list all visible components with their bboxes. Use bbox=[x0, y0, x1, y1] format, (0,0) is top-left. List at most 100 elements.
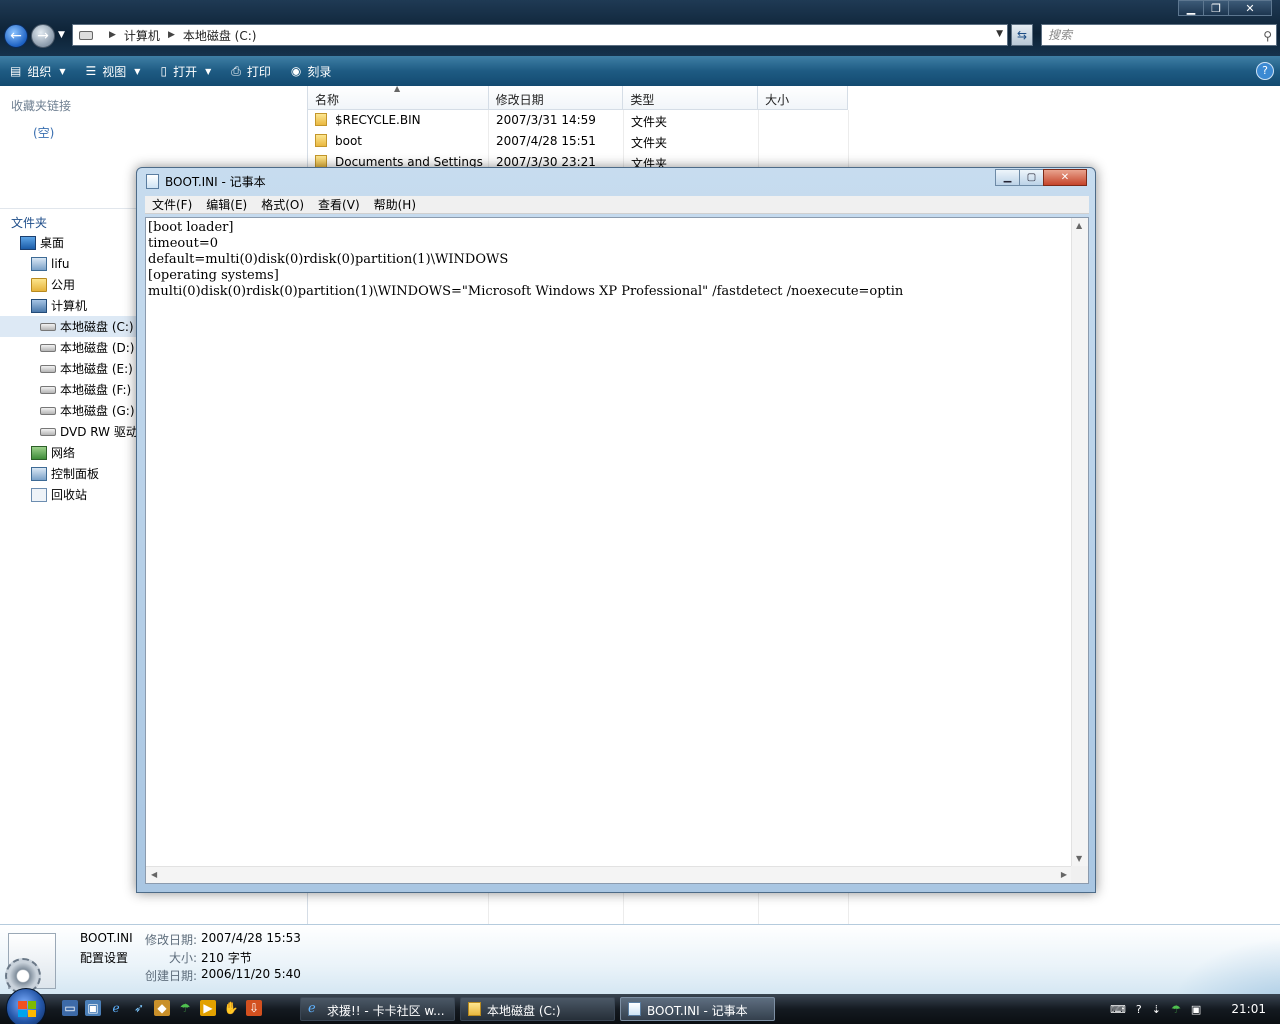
refresh-icon: ⇆ bbox=[1016, 28, 1028, 42]
app-download-icon[interactable]: ⇩ bbox=[246, 1000, 262, 1016]
scroll-up-icon[interactable]: ▲ bbox=[1076, 221, 1082, 230]
scroll-left-icon[interactable]: ◀ bbox=[151, 870, 157, 879]
notepad-menubar: 文件(F) 编辑(E) 格式(O) 查看(V) 帮助(H) bbox=[145, 196, 1089, 214]
switch-windows-icon[interactable]: ▣ bbox=[85, 1000, 101, 1016]
menu-file[interactable]: 文件(F) bbox=[145, 196, 199, 213]
column-size[interactable]: 大小 bbox=[758, 86, 848, 110]
breadcrumb-separator-icon: ▶ bbox=[109, 30, 116, 40]
burn-button[interactable]: ◉ 刻录 bbox=[281, 56, 342, 86]
back-arrow-icon: ← bbox=[10, 28, 22, 44]
task-notepad[interactable]: BOOT.INI - 记事本 bbox=[620, 997, 775, 1021]
search-icon[interactable]: ⚲ bbox=[1263, 26, 1272, 46]
column-name[interactable]: 名称 ▲ bbox=[308, 84, 489, 110]
start-button[interactable] bbox=[6, 988, 46, 1024]
drive-icon bbox=[40, 406, 56, 415]
vertical-scrollbar[interactable]: ▲ ▼ bbox=[1071, 218, 1088, 866]
notepad-title: BOOT.INI - 记事本 bbox=[165, 175, 266, 189]
windows-logo-icon bbox=[18, 1001, 36, 1017]
details-size-value: 210 字节 bbox=[201, 951, 252, 965]
menu-view[interactable]: 查看(V) bbox=[311, 196, 367, 213]
details-modified-label: 修改日期: bbox=[144, 933, 197, 947]
print-button[interactable]: ⎙ 打印 bbox=[221, 56, 281, 86]
favorites-title: 收藏夹链接 bbox=[11, 99, 72, 113]
views-button[interactable]: ☰ 视图 ▼ bbox=[76, 56, 151, 86]
forward-button[interactable]: → bbox=[31, 24, 55, 48]
tray-umbrella-icon[interactable]: ☂ bbox=[1171, 1003, 1181, 1016]
scroll-down-icon[interactable]: ▼ bbox=[1076, 854, 1082, 863]
notepad-content[interactable]: [boot loader] timeout=0 default=multi(0)… bbox=[148, 220, 1072, 864]
input-method-icon[interactable]: ⇣ bbox=[1152, 1003, 1161, 1016]
help-icon[interactable]: ? bbox=[1256, 62, 1274, 80]
show-desktop-icon[interactable]: ▭ bbox=[62, 1000, 78, 1016]
address-bar[interactable]: ▶ 计算机 ▶ 本地磁盘 (C:) ▼ bbox=[72, 24, 1008, 46]
folder-icon bbox=[315, 113, 327, 126]
clock[interactable]: 21:01 bbox=[1231, 1002, 1266, 1016]
menu-help[interactable]: 帮助(H) bbox=[367, 196, 423, 213]
organize-button[interactable]: ▤ 组织 ▼ bbox=[0, 56, 76, 86]
history-dropdown-icon[interactable]: ▼ bbox=[58, 30, 65, 40]
notepad-close-button[interactable]: ✕ bbox=[1043, 169, 1087, 186]
dropdown-arrow-icon: ▼ bbox=[59, 66, 66, 76]
keyboard-icon[interactable]: ⌨ bbox=[1110, 1003, 1126, 1016]
command-bar: ▤ 组织 ▼ ☰ 视图 ▼ ▯ 打开 ▼ ⎙ 打印 ◉ 刻录 ? bbox=[0, 56, 1280, 86]
address-dropdown-icon[interactable]: ▼ bbox=[996, 29, 1003, 39]
menu-edit[interactable]: 编辑(E) bbox=[199, 196, 254, 213]
column-headers: 名称 ▲ 修改日期 类型 大小 bbox=[308, 84, 848, 110]
print-icon: ⎙ bbox=[231, 63, 241, 78]
media-player-icon[interactable]: ▶ bbox=[200, 1000, 216, 1016]
details-modified-value: 2007/4/28 15:53 bbox=[201, 931, 301, 945]
decorative-swoosh bbox=[1150, 925, 1280, 995]
details-file-type: 配置设置 bbox=[80, 951, 129, 965]
breadcrumb-drive-c[interactable]: 本地磁盘 (C:) bbox=[183, 27, 257, 44]
user-folder-icon bbox=[31, 256, 47, 271]
column-type[interactable]: 类型 bbox=[623, 86, 759, 110]
quick-launch: ▭ ▣ ℯ ➶ ◆ ☂ ▶ ✋ ⇩ bbox=[62, 1000, 269, 1016]
close-button[interactable]: ✕ bbox=[1228, 0, 1272, 16]
dropdown-arrow-icon: ▼ bbox=[205, 66, 212, 76]
drive-icon bbox=[40, 385, 56, 394]
tray-help-icon[interactable]: ? bbox=[1136, 1003, 1142, 1016]
details-created-value: 2006/11/20 5:40 bbox=[201, 967, 301, 981]
organize-icon: ▤ bbox=[10, 64, 22, 78]
file-row[interactable]: $RECYCLE.BIN 2007/3/31 14:59 文件夹 bbox=[308, 110, 759, 131]
file-row[interactable]: boot 2007/4/28 15:51 文件夹 bbox=[308, 131, 759, 152]
dropdown-arrow-icon: ▼ bbox=[134, 66, 141, 76]
app-hand-icon[interactable]: ✋ bbox=[223, 1000, 239, 1016]
menu-format[interactable]: 格式(O) bbox=[254, 196, 311, 213]
breadcrumb-separator-icon: ▶ bbox=[167, 30, 175, 40]
forward-arrow-icon: → bbox=[37, 28, 49, 44]
app-umbrella-icon[interactable]: ☂ bbox=[177, 1000, 193, 1016]
scroll-right-icon[interactable]: ▶ bbox=[1061, 870, 1067, 879]
column-date[interactable]: 修改日期 bbox=[489, 86, 624, 110]
notepad-maximize-button[interactable]: ▢ bbox=[1019, 169, 1044, 186]
task-explorer-drive-c[interactable]: 本地磁盘 (C:) bbox=[460, 997, 615, 1021]
search-input[interactable]: 搜索 ⚲ bbox=[1041, 24, 1277, 46]
drive-icon bbox=[40, 343, 56, 352]
restore-button[interactable]: ❐ bbox=[1203, 0, 1229, 16]
open-button[interactable]: ▯ 打开 ▼ bbox=[150, 56, 221, 86]
back-button[interactable]: ← bbox=[4, 24, 28, 48]
resize-grip[interactable] bbox=[1071, 866, 1088, 883]
network-icon bbox=[31, 445, 47, 460]
notepad-minimize-button[interactable]: ▁ bbox=[995, 169, 1020, 186]
app-shield-icon[interactable]: ◆ bbox=[154, 1000, 170, 1016]
notepad-icon bbox=[146, 174, 159, 189]
messenger-icon[interactable]: ➶ bbox=[131, 1000, 147, 1016]
ie-icon[interactable]: ℯ bbox=[108, 1000, 124, 1016]
notepad-icon bbox=[628, 1002, 641, 1016]
notepad-text-area[interactable]: [boot loader] timeout=0 default=multi(0)… bbox=[145, 217, 1089, 884]
minimize-button[interactable]: ▁ bbox=[1178, 0, 1204, 16]
open-icon: ▯ bbox=[160, 64, 168, 78]
folder-icon bbox=[468, 1002, 481, 1016]
control-panel-icon bbox=[31, 466, 47, 481]
notepad-window[interactable]: BOOT.INI - 记事本 ▁ ▢ ✕ 文件(F) 编辑(E) 格式(O) 查… bbox=[136, 167, 1096, 893]
horizontal-scrollbar[interactable]: ◀ ▶ bbox=[146, 866, 1072, 883]
window-controls: ▁ ❐ ✕ bbox=[1178, 0, 1272, 16]
details-created-label: 创建日期: bbox=[144, 969, 197, 983]
breadcrumb-computer[interactable]: 计算机 bbox=[124, 27, 160, 44]
network-status-icon[interactable]: ▣ bbox=[1191, 1003, 1201, 1016]
drive-icon bbox=[79, 30, 93, 40]
refresh-button[interactable]: ⇆ bbox=[1011, 24, 1033, 46]
task-ie-forum[interactable]: ℯ 求援!! - 卡卡社区 w... bbox=[300, 997, 455, 1021]
desktop-icon bbox=[20, 235, 36, 250]
